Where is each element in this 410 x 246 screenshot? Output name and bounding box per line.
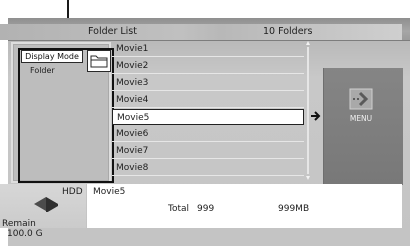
info-size: 999MB bbox=[278, 204, 310, 214]
remain-value: 100.0 G bbox=[7, 229, 43, 239]
arrow-right-icon bbox=[311, 111, 321, 121]
folder-list: Movie1 Movie2 Movie3 Movie4 Movie5 Movie… bbox=[112, 41, 306, 180]
list-item[interactable]: Movie7 bbox=[112, 143, 304, 159]
list-item[interactable]: Movie1 bbox=[112, 41, 304, 57]
scroll-down-icon[interactable] bbox=[306, 176, 310, 180]
folder-count: 10 Folders bbox=[263, 26, 313, 37]
storage-label: HDD bbox=[62, 187, 83, 197]
menu-label: MENU bbox=[349, 114, 373, 123]
scroll-track[interactable] bbox=[307, 47, 309, 174]
list-item[interactable]: Movie8 bbox=[112, 160, 304, 176]
list-item[interactable]: Movie3 bbox=[112, 75, 304, 91]
info-total-label: Total bbox=[168, 204, 190, 214]
hdd-icon bbox=[34, 197, 58, 212]
page-title: PC VIDEO (HDD) bbox=[50, 4, 149, 18]
info-total-count: 999 bbox=[197, 204, 215, 214]
info-title: Movie5 bbox=[93, 187, 126, 197]
list-item[interactable]: Movie4 bbox=[112, 92, 304, 108]
header-row bbox=[0, 24, 402, 40]
info-panel bbox=[87, 184, 402, 228]
menu-arrow-icon[interactable] bbox=[349, 88, 373, 110]
menu-panel[interactable] bbox=[323, 68, 403, 185]
display-mode-value: Folder bbox=[30, 66, 55, 75]
folder-icon[interactable] bbox=[87, 50, 111, 72]
list-item[interactable]: Movie2 bbox=[112, 58, 304, 74]
remain-label: Remain bbox=[2, 219, 36, 229]
list-item-selected[interactable]: Movie5 bbox=[112, 109, 304, 125]
scroll-up-icon[interactable] bbox=[306, 41, 310, 45]
header-title: Folder List bbox=[88, 26, 137, 37]
scrollbar[interactable] bbox=[306, 41, 310, 180]
list-item[interactable]: Movie6 bbox=[112, 126, 304, 142]
display-mode-label: Display Mode bbox=[21, 50, 83, 63]
